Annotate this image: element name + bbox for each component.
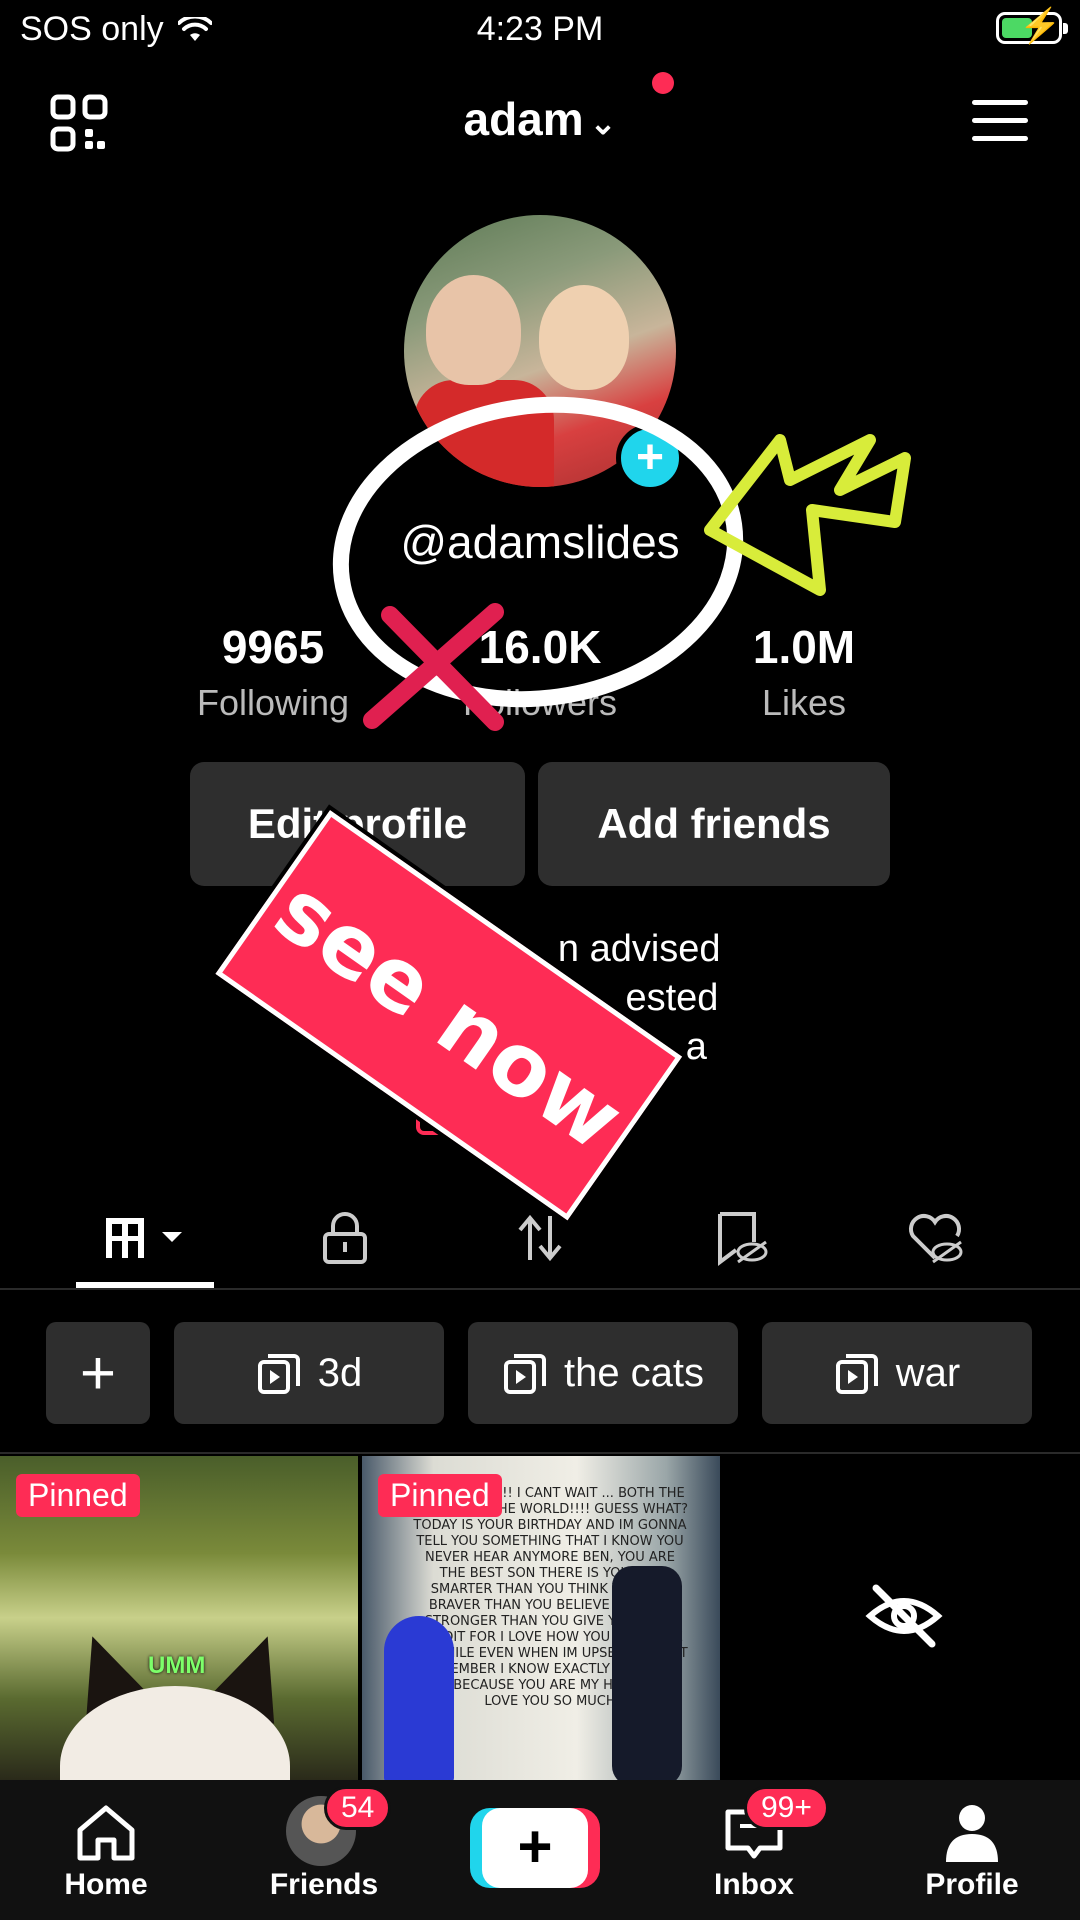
video-thumbnail-hidden[interactable] [724,1456,1080,1780]
add-story-button[interactable]: + [616,424,684,492]
profile-icon [946,1805,998,1862]
collection-label: war [895,1350,961,1395]
clock: 4:23 PM [476,10,604,48]
profile-handle: @adamslides [400,516,680,568]
pinned-badge: Pinned [16,1474,140,1517]
followers-count: 16.0K [478,621,602,673]
battery-icon: ⚡ [996,9,1068,44]
following-count: 9965 [221,621,325,673]
profile-stats: 9965 Following 16.0K Followers 1.0M Like… [0,620,1080,730]
divider [0,1452,1080,1454]
nav-label: Friends [269,1868,379,1901]
video-thumbnail[interactable]: BEN ... MUCH!! I CANT WAIT ... BOTH THE … [362,1456,720,1780]
video-grid: UMM Pinned BEN ... MUCH!! I CANT WAIT ..… [0,1456,1080,1780]
active-tab-indicator [76,1282,214,1288]
video-caption: UMM [148,1652,206,1679]
liked-hidden-icon[interactable] [900,1208,970,1268]
collection-label: 3d [317,1350,363,1395]
plus-icon: + [482,1808,588,1888]
notification-dot [652,72,674,94]
saved-hidden-icon[interactable] [705,1208,775,1268]
status-bar: SOS only 4:23 PM ⚡ [0,0,1080,60]
stat-likes[interactable]: 1.0M Likes [684,620,924,724]
create-button[interactable]: + [470,1808,600,1888]
likes-count: 1.0M [752,621,856,673]
collection-label: the cats [563,1350,705,1395]
nav-label: Profile [925,1868,1019,1901]
videos-grid-icon[interactable] [100,1208,190,1268]
collection-chip[interactable]: 3d [174,1322,444,1424]
collection-chip[interactable]: war [762,1322,1032,1424]
collections-row: + 3d the cats war [0,1322,1080,1426]
home-icon [77,1805,135,1861]
playlist-icon [503,1354,546,1394]
friends-badge: 54 [324,1786,392,1830]
pinned-badge: Pinned [378,1474,502,1517]
content-tabs [0,1190,1080,1290]
account-switcher[interactable]: adam ⌄ [0,92,1080,146]
collection-chip[interactable]: the cats [468,1322,738,1424]
add-friends-button[interactable]: Add friends [538,762,890,886]
nav-label: Inbox [714,1868,794,1901]
sticker-text: see now [257,860,641,1171]
stat-following[interactable]: 9965 Following [153,620,393,724]
playlist-icon [835,1354,878,1394]
username: adam [463,93,584,145]
following-label: Following [196,682,350,723]
add-collection-button[interactable]: + [46,1322,150,1424]
eye-slash-icon [865,1584,943,1648]
followers-label: Followers [462,682,618,723]
bottom-nav: Home 54 Friends + 99+ Inbox Profile [0,1780,1080,1920]
chevron-down-icon: ⌄ [589,104,617,141]
hamburger-menu-icon[interactable] [972,100,1028,144]
likes-label: Likes [761,682,847,723]
top-nav: adam ⌄ [0,70,1080,170]
private-lock-icon[interactable] [310,1208,380,1268]
inbox-badge: 99+ [744,1786,829,1830]
playlist-icon [257,1354,300,1394]
stat-followers[interactable]: 16.0K Followers [420,620,660,724]
video-thumbnail[interactable]: UMM Pinned [0,1456,358,1780]
nav-label: Home [64,1868,148,1901]
